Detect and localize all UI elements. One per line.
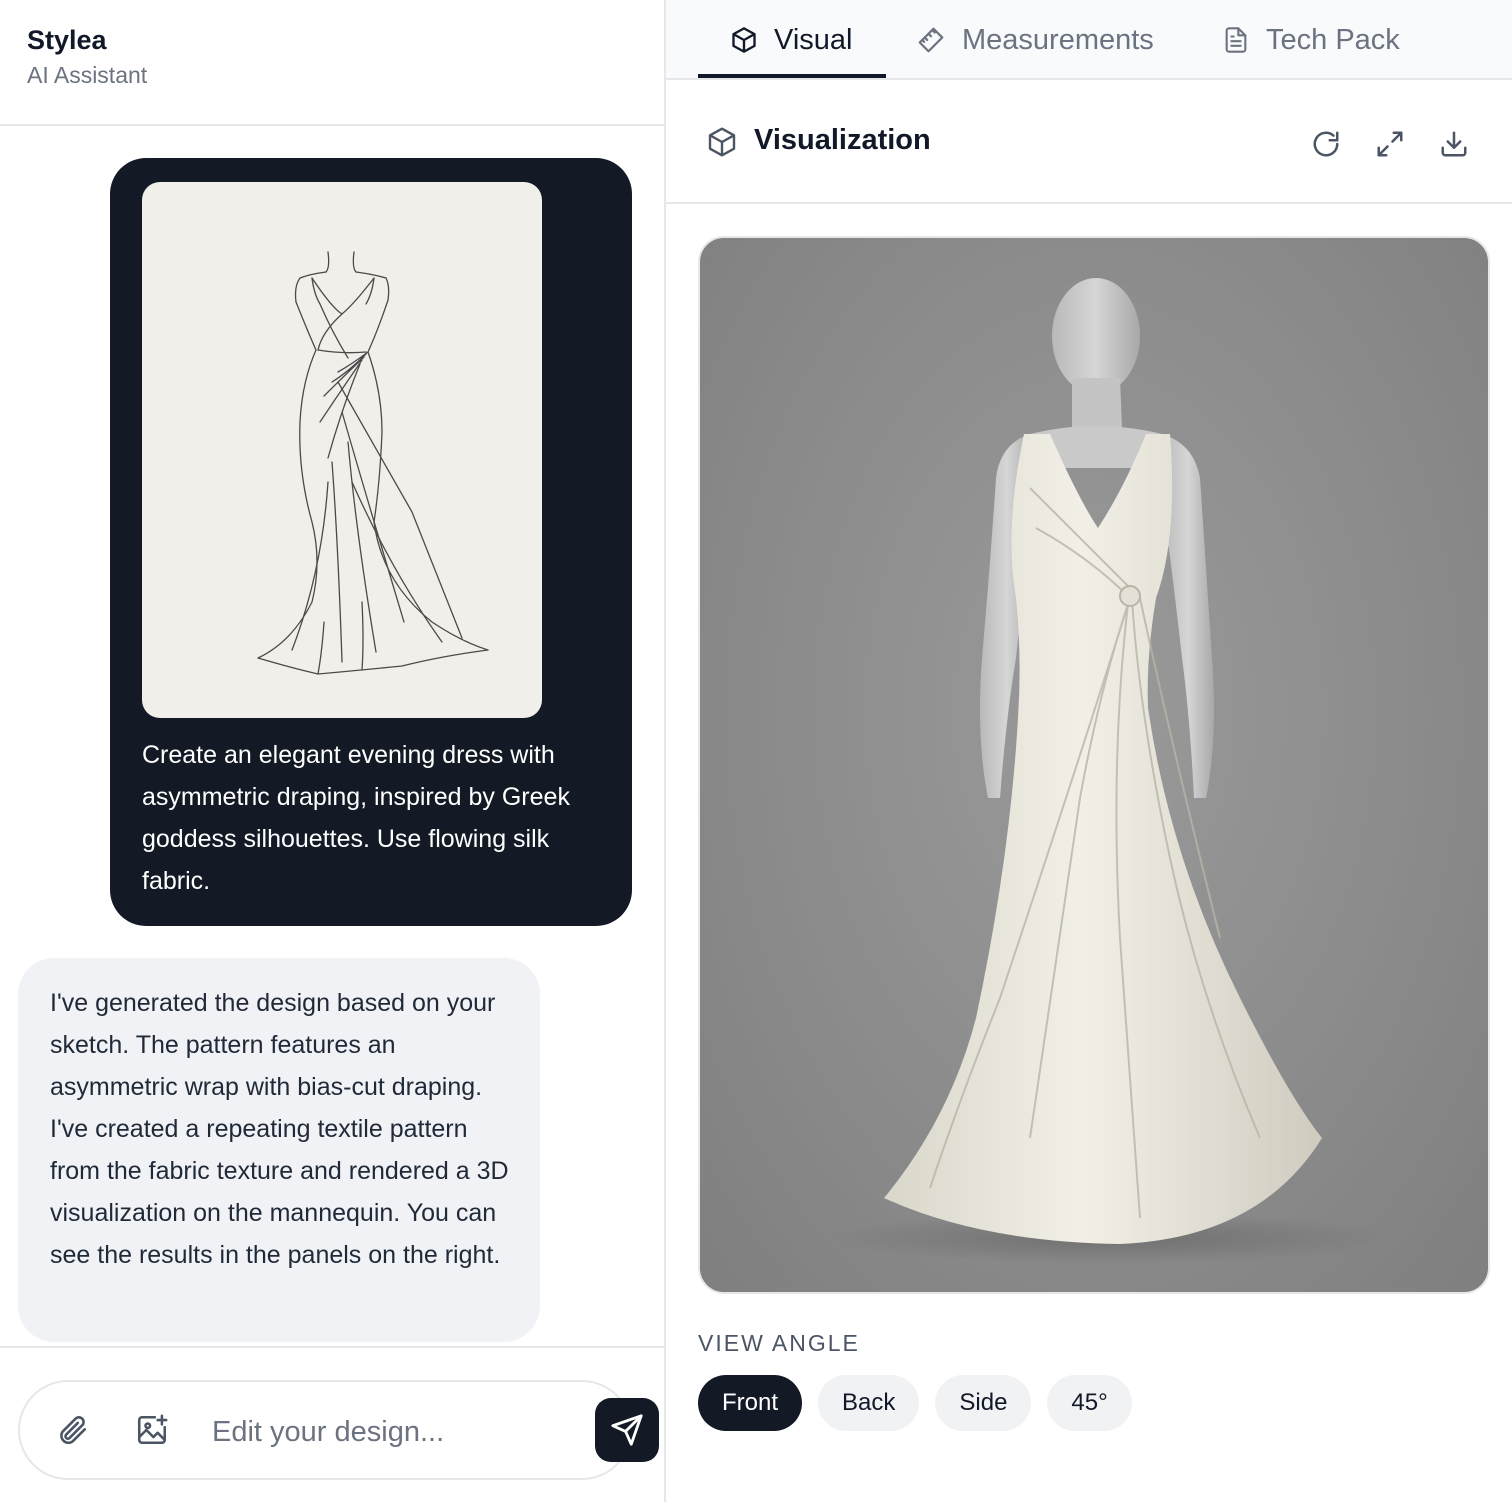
app-name: Stylea [27, 25, 107, 55]
document-icon [1222, 26, 1250, 54]
refresh-icon[interactable] [1306, 124, 1346, 164]
edit-design-input[interactable] [212, 1410, 572, 1454]
assistant-message-text: I've generated the design based on your … [50, 989, 509, 1269]
composer-divider [0, 1346, 664, 1348]
angle-front-button[interactable]: Front [698, 1375, 803, 1431]
visualization-title: Visualization [754, 124, 931, 156]
paperclip-icon[interactable] [50, 1408, 94, 1452]
expand-icon[interactable] [1370, 124, 1410, 164]
assistant-message-bubble: I've generated the design based on your … [18, 958, 540, 1342]
view-angle-group: Front Back Side 45° [698, 1375, 1132, 1431]
cube-icon [730, 26, 758, 54]
view-angle-label: VIEW ANGLE [698, 1330, 860, 1356]
sketch-image[interactable] [142, 182, 542, 718]
angle-45-button[interactable]: 45° [1047, 1375, 1132, 1431]
download-icon[interactable] [1434, 124, 1474, 164]
tab-bar: Visual Measurements Tech Pack [666, 0, 1512, 80]
brand: Stylea AI Assistant [27, 24, 147, 90]
active-tab-indicator [698, 74, 886, 78]
tab-label: Tech Pack [1266, 23, 1400, 56]
angle-side-button[interactable]: Side [935, 1375, 1032, 1431]
tab-visual[interactable]: Visual [730, 0, 852, 80]
tab-label: Visual [774, 23, 853, 56]
angle-back-button[interactable]: Back [818, 1375, 920, 1431]
send-button[interactable] [595, 1398, 659, 1462]
send-icon [610, 1413, 644, 1447]
design-panel: Visual Measurements Tech Pack Visualizat… [666, 0, 1512, 1502]
tab-measurements[interactable]: Measurements [916, 0, 1154, 80]
app-subtitle: AI Assistant [27, 62, 148, 88]
mannequin-3d-view[interactable] [698, 236, 1490, 1294]
cube-icon [706, 126, 738, 163]
header-divider [0, 124, 664, 126]
chat-panel: Stylea AI Assistant Create an elegant ev… [0, 0, 664, 1502]
ruler-icon [916, 25, 946, 55]
user-message-text: Create an elegant evening dress with asy… [142, 741, 570, 895]
visualization-header: Visualization [666, 82, 1512, 204]
tab-tech-pack[interactable]: Tech Pack [1222, 0, 1400, 80]
composer [18, 1380, 632, 1480]
add-image-icon[interactable] [130, 1408, 174, 1452]
tab-label: Measurements [962, 23, 1154, 56]
user-message-bubble: Create an elegant evening dress with asy… [110, 158, 632, 926]
